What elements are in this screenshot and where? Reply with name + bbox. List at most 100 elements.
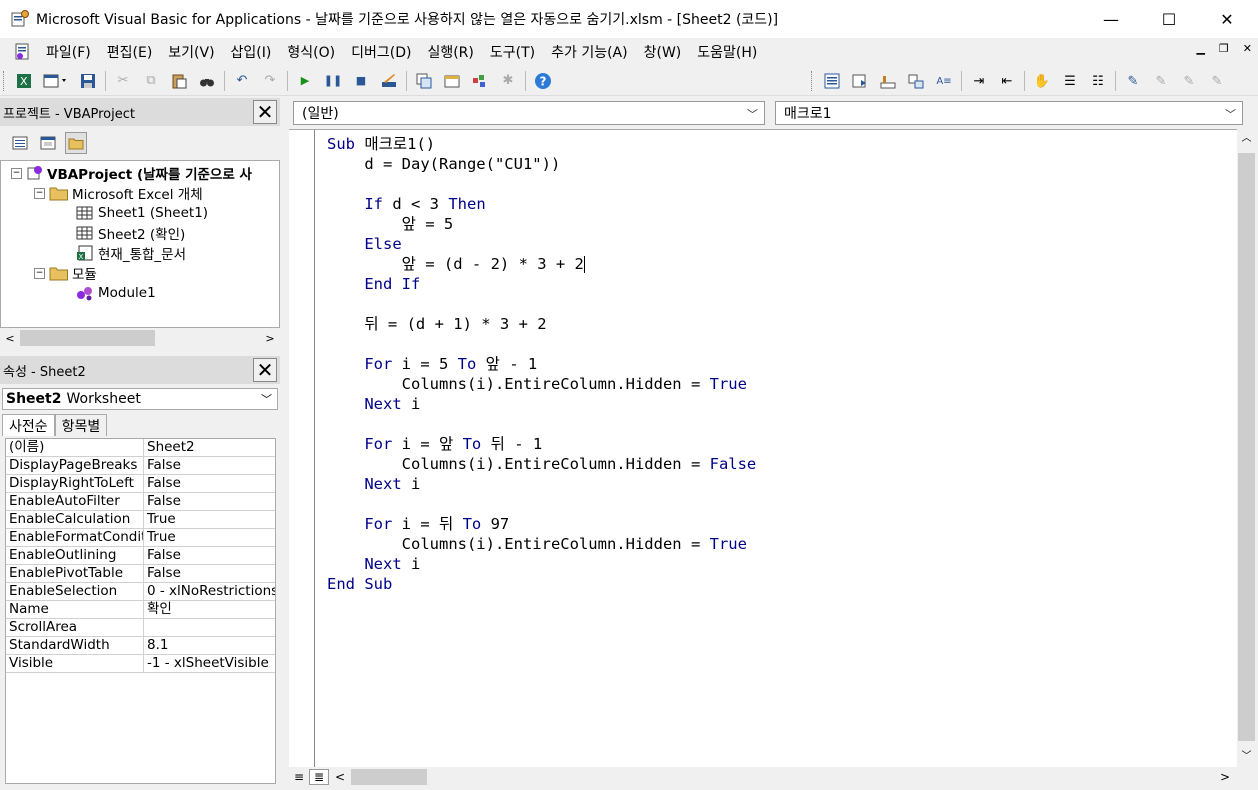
scroll-thumb[interactable] [20,330,155,346]
menu-window[interactable]: 창(W) [636,42,690,62]
previous-bookmark-icon[interactable]: ✎ [1178,70,1200,92]
property-row[interactable]: EnableFormatConditi True [6,529,275,547]
design-mode-icon[interactable] [378,70,400,92]
property-row[interactable]: EnableAutoFilter False [6,493,275,511]
toggle-bookmark-icon[interactable]: ✎ [1122,70,1144,92]
mdi-minimize-icon[interactable]: ▁ [1196,42,1204,55]
property-row[interactable]: DisplayPageBreaks False [6,457,275,475]
project-hscrollbar[interactable]: < > [0,328,280,348]
toggle-folders-icon[interactable] [65,132,87,154]
menu-file[interactable]: 파일(F) [38,42,99,62]
property-value[interactable]: Sheet2 [144,439,275,456]
menu-edit[interactable]: 편집(E) [99,42,161,62]
quick-info-icon[interactable] [877,70,899,92]
view-object-icon[interactable] [37,132,59,154]
property-row[interactable]: StandardWidth 8.1 [6,637,275,655]
copy-icon[interactable]: ⧉ [140,70,162,92]
chevron-down-icon[interactable]: ﹀ [747,106,758,122]
procedure-combo[interactable]: 매크로1 ﹀ [775,101,1243,125]
project-close-button[interactable]: ✕ [253,100,277,124]
tree-node-sheet2[interactable]: Sheet2 (확인) [75,223,185,243]
maximize-button[interactable]: ☐ [1140,0,1198,38]
property-value[interactable]: 8.1 [144,637,275,654]
menu-format[interactable]: 형식(O) [279,42,343,62]
full-module-view-icon[interactable]: ≣ [309,769,329,785]
toolbar-grip[interactable] [3,70,7,91]
object-combo[interactable]: (일반) ﹀ [293,101,765,125]
tab-alphabetic[interactable]: 사전순 [2,414,55,436]
chevron-down-icon[interactable]: ﹀ [1225,106,1236,122]
indent-icon[interactable]: ⇥ [968,70,990,92]
property-row[interactable]: (이름) Sheet2 [6,439,275,457]
mdi-restore-icon[interactable]: ❐ [1219,42,1229,55]
paste-icon[interactable] [168,70,190,92]
vba-doc-icon[interactable] [12,41,34,63]
property-value[interactable]: False [144,457,275,474]
menu-insert[interactable]: 삽입(I) [223,42,280,62]
collapse-icon[interactable]: − [34,267,45,279]
property-value[interactable]: True [144,511,275,528]
object-selector[interactable]: Sheet2 Worksheet ﹀ [2,388,278,410]
property-value[interactable]: False [144,547,275,564]
property-value[interactable]: False [144,475,275,492]
property-value[interactable]: -1 - xlSheetVisible [144,655,275,672]
code-line[interactable]: End Sub [327,574,392,594]
tree-node-excel-objects[interactable]: − Microsoft Excel 개체 [34,183,203,203]
object-browser-icon[interactable] [469,70,491,92]
code-line[interactable]: Columns(i).EntireColumn.Hidden = False [327,454,757,474]
property-value[interactable]: True [144,529,275,546]
code-line[interactable]: For i = 뒤 To 97 [327,514,509,534]
menu-view[interactable]: 보기(V) [160,42,222,62]
scroll-up-icon[interactable]: ︿ [1237,129,1256,149]
property-row[interactable]: DisplayRightToLeft False [6,475,275,493]
code-line[interactable]: Sub 매크로1() [327,134,435,154]
list-constants-icon[interactable] [849,70,871,92]
project-explorer-icon[interactable] [413,70,435,92]
code-vscrollbar[interactable]: ︿ ﹀ [1237,129,1256,767]
list-properties-icon[interactable] [821,70,843,92]
find-icon[interactable] [196,70,218,92]
clear-bookmarks-icon[interactable]: ✎ [1206,70,1228,92]
property-value[interactable]: 확인 [144,601,275,618]
scroll-right-icon[interactable]: > [260,332,280,345]
property-row[interactable]: EnableCalculation True [6,511,275,529]
reset-icon[interactable]: ■ [350,70,372,92]
tab-categorized[interactable]: 항목별 [54,414,108,436]
code-line[interactable]: 앞 = (d - 2) * 3 + 2 [327,254,585,274]
redo-icon[interactable]: ↷ [259,70,281,92]
uncomment-block-icon[interactable]: ☷ [1087,70,1109,92]
scroll-left-icon[interactable]: < [329,770,351,784]
code-line[interactable]: For i = 앞 To 뒤 - 1 [327,434,542,454]
property-value[interactable]: False [144,565,275,582]
close-button[interactable]: ✕ [1198,0,1256,38]
code-editor[interactable]: Sub 매크로1() d = Day(Range("CU1")) If d < … [289,129,1237,768]
chevron-down-icon[interactable]: ﹀ [261,391,272,407]
help-icon[interactable]: ? [532,70,554,92]
property-value[interactable] [144,619,275,636]
procedure-view-icon[interactable]: ≡ [289,770,309,784]
scroll-left-icon[interactable]: < [0,332,20,345]
property-row[interactable]: ScrollArea [6,619,275,637]
tree-node-sheet1[interactable]: Sheet1 (Sheet1) [75,203,208,223]
menu-tools[interactable]: 도구(T) [482,42,543,62]
save-icon[interactable] [77,70,99,92]
tree-node-module1[interactable]: Module1 [75,283,156,303]
complete-word-icon[interactable]: A≡ [933,70,955,92]
tree-node-thisworkbook[interactable]: X 현재_통합_문서 [75,243,186,263]
property-row[interactable]: Visible -1 - xlSheetVisible [6,655,275,673]
view-code-icon[interactable] [9,132,31,154]
properties-close-button[interactable]: ✕ [253,358,277,382]
code-line[interactable]: Columns(i).EntireColumn.Hidden = True [327,374,747,394]
outdent-icon[interactable]: ⇤ [996,70,1018,92]
comment-block-icon[interactable]: ☰ [1059,70,1081,92]
code-line[interactable]: 앞 = 5 [327,214,454,234]
code-line[interactable]: Next i [327,554,420,574]
code-line[interactable]: If d < 3 Then [327,194,485,214]
properties-window-icon[interactable] [441,70,463,92]
cut-icon[interactable]: ✂ [112,70,134,92]
property-row[interactable]: EnableOutlining False [6,547,275,565]
tree-node-vbaproject[interactable]: − VBAProject (날짜를 기준으로 사 [11,163,252,183]
scroll-right-icon[interactable]: > [1214,770,1236,784]
scroll-thumb[interactable] [351,769,427,785]
property-row[interactable]: Name 확인 [6,601,275,619]
